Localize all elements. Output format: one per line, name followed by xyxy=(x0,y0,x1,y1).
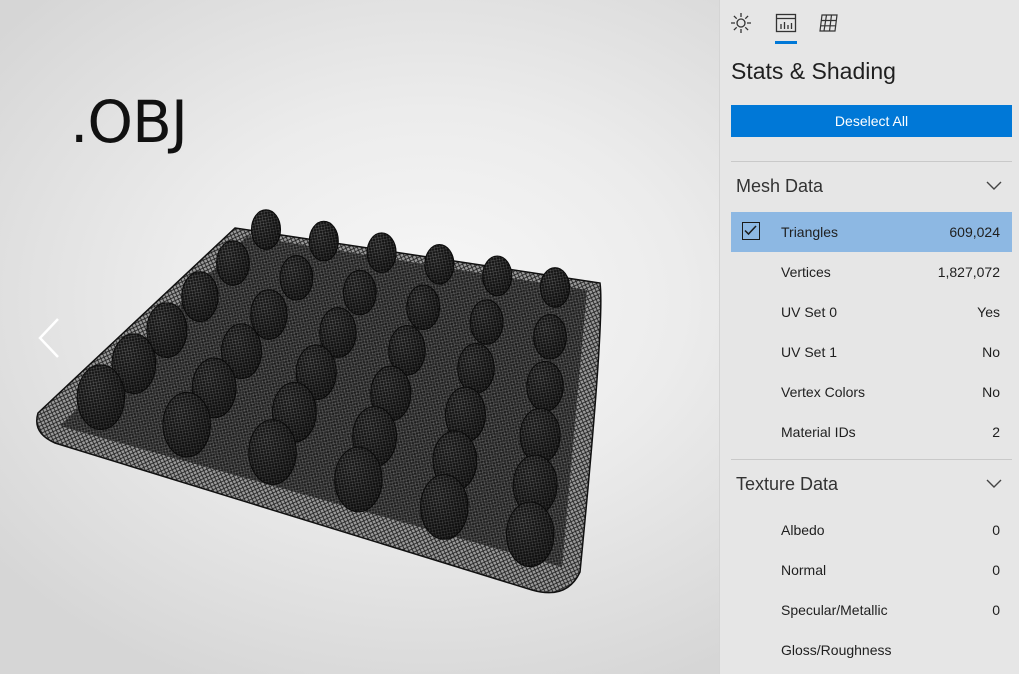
row-value: 0 xyxy=(992,602,1000,618)
row-label: UV Set 0 xyxy=(781,304,838,320)
row-value: 609,024 xyxy=(949,224,1000,240)
egg-shading xyxy=(406,284,440,330)
egg-shading xyxy=(367,232,397,273)
row-label: Triangles xyxy=(781,224,839,240)
egg-shading xyxy=(162,392,211,458)
row-value: Yes xyxy=(977,304,1000,320)
3d-viewport[interactable]: .OBJ xyxy=(0,0,719,674)
egg-shading xyxy=(540,267,570,308)
row-label: Vertices xyxy=(781,264,831,280)
previous-arrow-icon[interactable] xyxy=(34,315,64,361)
egg-shading xyxy=(457,343,495,394)
egg-shading xyxy=(520,408,561,463)
texture-row-albedo[interactable]: Albedo 0 xyxy=(731,510,1012,550)
egg-shading xyxy=(181,271,219,322)
row-value: 0 xyxy=(992,562,1000,578)
mesh-data-label: Mesh Data xyxy=(736,176,824,196)
divider xyxy=(731,161,1012,162)
mesh-row-vertex-colors[interactable]: Vertex Colors No xyxy=(731,372,1012,412)
row-label: Gloss/Roughness xyxy=(781,642,892,658)
egg-shading xyxy=(424,244,454,285)
texture-row-normal[interactable]: Normal 0 xyxy=(731,550,1012,590)
checkbox[interactable] xyxy=(742,222,760,240)
egg-shading xyxy=(279,255,313,301)
mesh-row-triangles[interactable]: Triangles 609,024 xyxy=(731,212,1012,252)
egg-shading xyxy=(251,209,281,250)
egg-shading xyxy=(334,447,383,512)
row-value: No xyxy=(982,384,1000,400)
mesh-row-material-ids[interactable]: Material IDs 2 xyxy=(731,412,1012,452)
row-label: Specular/Metallic xyxy=(781,602,888,618)
texture-row-specular-metallic[interactable]: Specular/Metallic 0 xyxy=(731,590,1012,630)
row-label: UV Set 1 xyxy=(781,344,838,360)
egg-shading xyxy=(343,270,377,315)
texture-data-header[interactable]: Texture Data xyxy=(731,469,1012,499)
checkmark-icon xyxy=(744,225,757,236)
egg-shading xyxy=(533,314,567,360)
panel-title: Stats & Shading xyxy=(731,58,896,84)
egg-shading xyxy=(482,256,512,296)
mesh-row-uv-set-1[interactable]: UV Set 1 No xyxy=(731,332,1012,372)
mesh-data-header[interactable]: Mesh Data xyxy=(731,171,1012,201)
active-tab-indicator xyxy=(775,41,797,44)
file-format-label: .OBJ xyxy=(70,88,188,156)
egg-shading xyxy=(470,299,504,345)
deselect-all-button[interactable]: Deselect All xyxy=(731,105,1012,137)
divider xyxy=(731,459,1012,460)
mesh-row-uv-set-0[interactable]: UV Set 0 Yes xyxy=(731,292,1012,332)
chevron-down-icon[interactable] xyxy=(986,181,1002,191)
egg-shading xyxy=(506,501,554,567)
grid-icon[interactable] xyxy=(818,12,840,34)
texture-row-gloss-roughness[interactable]: Gloss/Roughness xyxy=(731,630,1012,670)
egg-shading xyxy=(216,240,250,286)
row-label: Albedo xyxy=(781,522,825,538)
row-label: Normal xyxy=(781,562,827,578)
sun-icon[interactable] xyxy=(730,12,752,34)
row-value: No xyxy=(982,344,1000,360)
egg-shading xyxy=(526,361,564,412)
row-value: 1,827,072 xyxy=(937,264,1000,280)
stats-panel: Stats & Shading Deselect All Mesh Data T… xyxy=(719,0,1019,674)
row-label: Material IDs xyxy=(781,424,856,440)
chevron-down-icon[interactable] xyxy=(986,479,1002,489)
mesh-row-vertices[interactable]: Vertices 1,827,072 xyxy=(731,252,1012,292)
row-value: 2 xyxy=(992,424,1000,440)
stats-chart-icon[interactable] xyxy=(775,12,797,34)
row-label: Vertex Colors xyxy=(781,384,866,400)
row-value: 0 xyxy=(992,522,1000,538)
egg-shading xyxy=(420,474,469,540)
egg-shading xyxy=(309,221,339,261)
egg-shading xyxy=(77,364,125,430)
egg-shading xyxy=(248,419,297,485)
texture-data-label: Texture Data xyxy=(736,474,839,494)
